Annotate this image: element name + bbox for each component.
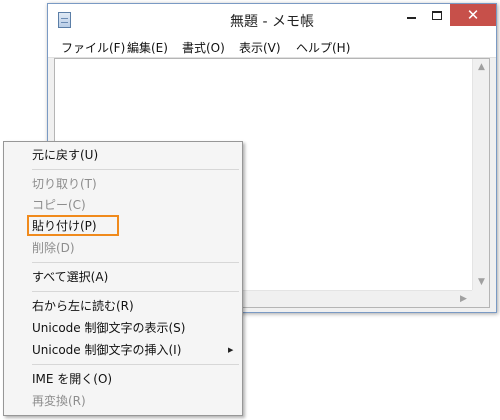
- menu-format[interactable]: 書式(O): [182, 39, 225, 56]
- scroll-down-arrow-icon[interactable]: ▼: [473, 274, 490, 291]
- close-icon: ✕: [466, 6, 480, 24]
- menu-view[interactable]: 表示(V): [239, 39, 281, 56]
- vertical-scrollbar[interactable]: ▲ ▼: [472, 59, 489, 291]
- menu-separator: [32, 291, 239, 292]
- scroll-right-arrow-icon[interactable]: ▶: [455, 291, 472, 308]
- paste-highlight-box: [27, 215, 119, 236]
- minimize-icon: [407, 17, 416, 19]
- scrollbar-corner: [472, 290, 489, 307]
- ctx-show-unicode-control[interactable]: Unicode 制御文字の表示(S): [32, 320, 185, 336]
- minimize-button[interactable]: [398, 4, 424, 26]
- menu-separator: [32, 364, 239, 365]
- menu-edit[interactable]: 編集(E): [127, 39, 168, 56]
- title-bar[interactable]: 無題 - メモ帳 ✕: [48, 4, 496, 36]
- close-button[interactable]: ✕: [450, 4, 496, 26]
- ctx-open-ime[interactable]: IME を開く(O): [32, 371, 112, 387]
- menu-file[interactable]: ファイル(F): [61, 39, 125, 56]
- ctx-select-all[interactable]: すべて選択(A): [32, 269, 108, 285]
- ctx-cut[interactable]: 切り取り(T): [32, 176, 97, 192]
- scroll-up-arrow-icon[interactable]: ▲: [473, 59, 490, 76]
- ctx-delete[interactable]: 削除(D): [32, 240, 75, 256]
- ctx-right-to-left[interactable]: 右から左に読む(R): [32, 298, 134, 314]
- ctx-copy[interactable]: コピー(C): [32, 197, 86, 213]
- maximize-button[interactable]: [424, 4, 450, 26]
- ctx-reconvert[interactable]: 再変換(R): [32, 393, 86, 409]
- context-menu: 元に戻す(U) 切り取り(T) コピー(C) 貼り付け(P) 削除(D) すべて…: [3, 141, 243, 416]
- menu-help[interactable]: ヘルプ(H): [296, 39, 350, 56]
- maximize-icon: [432, 11, 442, 20]
- menu-separator: [32, 169, 239, 170]
- menu-bar: ファイル(F) 編集(E) 書式(O) 表示(V) ヘルプ(H): [48, 36, 496, 58]
- ctx-insert-unicode-control[interactable]: Unicode 制御文字の挿入(I): [32, 342, 181, 358]
- ctx-undo[interactable]: 元に戻す(U): [32, 147, 98, 163]
- menu-separator: [32, 262, 239, 263]
- submenu-arrow-icon: ▶: [228, 346, 234, 354]
